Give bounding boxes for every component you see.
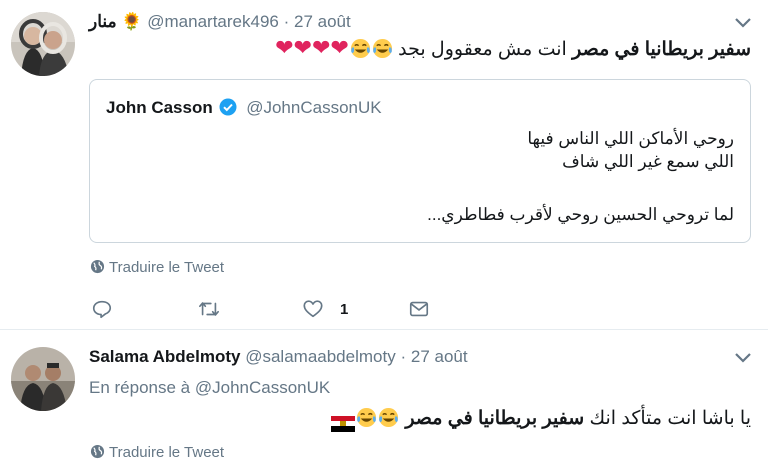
sunflower-emoji: 🌻 bbox=[121, 12, 143, 31]
egypt-flag-emoji bbox=[331, 415, 356, 432]
avatar[interactable] bbox=[11, 12, 75, 76]
separator-dot: · bbox=[283, 12, 290, 31]
tears-of-joy-emoji bbox=[372, 38, 392, 59]
retweet-button[interactable] bbox=[197, 297, 221, 321]
retweet-icon bbox=[199, 302, 219, 316]
quoted-text-line-3: لما تروحي الحسين روحي لأقرب فطاطري... bbox=[427, 205, 734, 224]
tweet-manartarek496[interactable]: منار 🌻 @manartarek496 · 27 août سفير بري… bbox=[0, 0, 768, 330]
reply-context: En réponse à @JohnCassonUK bbox=[89, 378, 330, 398]
translate-label: Traduire le Tweet bbox=[109, 259, 225, 276]
reply-icon bbox=[92, 300, 112, 319]
author-handle[interactable]: @manartarek496 bbox=[147, 12, 279, 31]
tweet-date[interactable]: 27 août bbox=[411, 347, 468, 366]
tears-of-joy-emoji bbox=[379, 407, 399, 428]
quoted-text-line-1: روحي الأماكن اللي الناس فيها bbox=[527, 129, 734, 148]
chevron-down-icon[interactable] bbox=[733, 16, 753, 30]
tweet-salamaabdelmoty[interactable]: Salama Abdelmoty @salamaabdelmoty · 27 a… bbox=[0, 331, 768, 461]
author-name-text: منار bbox=[89, 12, 117, 31]
heart-icon bbox=[303, 300, 323, 318]
tweet-text-start: يا باشا انت متأكد انك bbox=[584, 408, 751, 429]
tweet-text-bold: سفير بريطانيا في مصر bbox=[572, 39, 751, 60]
tweet-text: سفير بريطانيا في مصر انت مش معقوول بجد ❤… bbox=[275, 35, 751, 63]
translate-tweet-link[interactable]: Traduire le Tweet bbox=[90, 259, 224, 276]
tweet-date[interactable]: 27 août bbox=[294, 12, 351, 31]
tweet-divider bbox=[0, 329, 768, 330]
chevron-down-icon[interactable] bbox=[733, 351, 753, 365]
author-name[interactable]: منار 🌻 bbox=[89, 12, 147, 31]
avatar[interactable] bbox=[11, 347, 75, 411]
globe-icon bbox=[90, 444, 105, 459]
tears-of-joy-emoji bbox=[350, 38, 370, 59]
reply-button[interactable] bbox=[91, 297, 113, 321]
tweet-text-rest: انت مش معقوول بجد bbox=[392, 39, 573, 60]
translate-label: Traduire le Tweet bbox=[109, 444, 225, 461]
tweet-header: Salama Abdelmoty @salamaabdelmoty · 27 a… bbox=[89, 347, 468, 367]
quoted-text-line-2: اللي سمع غير اللي شاف bbox=[562, 152, 734, 171]
envelope-icon bbox=[409, 301, 429, 317]
verified-badge-icon bbox=[219, 98, 237, 116]
translate-tweet-link[interactable]: Traduire le Tweet bbox=[90, 444, 224, 461]
quoted-author-name[interactable]: John Casson bbox=[106, 98, 213, 117]
globe-icon bbox=[90, 259, 105, 274]
reply-prefix: En réponse à bbox=[89, 378, 191, 397]
tears-of-joy-emoji bbox=[357, 407, 377, 428]
tweet-text: يا باشا انت متأكد انك سفير بريطانيا في م… bbox=[328, 406, 751, 432]
separator-dot: · bbox=[400, 347, 407, 366]
quoted-tweet-header: John Casson @JohnCassonUK bbox=[106, 98, 382, 118]
hearts-emoji: ❤❤❤❤ bbox=[275, 35, 350, 60]
like-count: 1 bbox=[340, 300, 349, 318]
reply-handle-link[interactable]: @JohnCassonUK bbox=[195, 378, 330, 397]
direct-message-button[interactable] bbox=[408, 297, 430, 321]
quoted-author-handle[interactable]: @JohnCassonUK bbox=[246, 98, 381, 117]
tweet-text-bold: سفير بريطانيا في مصر bbox=[405, 408, 585, 429]
author-handle[interactable]: @salamaabdelmoty bbox=[245, 347, 396, 366]
tweet-actions: 1 bbox=[89, 297, 449, 321]
author-name[interactable]: Salama Abdelmoty bbox=[89, 347, 240, 366]
quoted-tweet[interactable]: John Casson @JohnCassonUK روحي الأماكن ا… bbox=[89, 79, 751, 243]
tweet-header: منار 🌻 @manartarek496 · 27 août bbox=[89, 12, 351, 32]
like-button[interactable]: 1 bbox=[302, 297, 348, 321]
